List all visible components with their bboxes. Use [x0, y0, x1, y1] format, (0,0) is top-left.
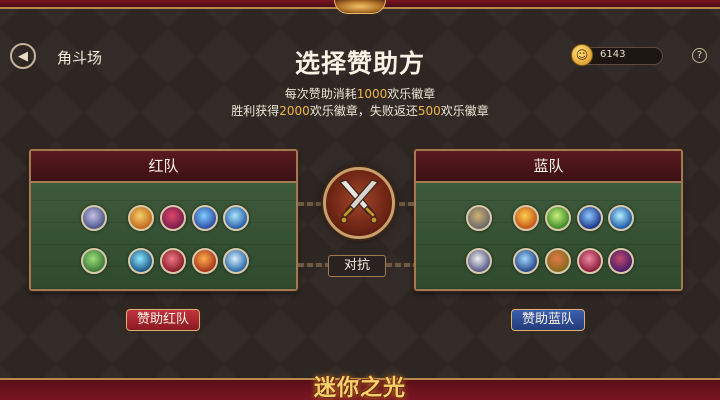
red-hero-portrait[interactable]	[160, 248, 186, 274]
red-hero-portrait[interactable]	[128, 248, 154, 274]
vs-button[interactable]: 对抗	[328, 255, 386, 277]
sponsor-blue-button[interactable]: 赞助蓝队	[511, 309, 586, 331]
smile-coin-icon: ☺	[571, 44, 593, 66]
blue-hero-portrait[interactable]	[545, 205, 571, 231]
game-logo: 迷你之光	[313, 375, 406, 400]
top-ornament	[334, 0, 386, 14]
blue-team-roster	[416, 183, 681, 289]
red-team-roster	[31, 183, 296, 289]
crossed-swords-icon	[338, 179, 380, 224]
chain-left-bottom	[298, 263, 328, 267]
blue-hero-portrait[interactable]	[466, 248, 492, 274]
red-hero-portrait[interactable]	[223, 205, 249, 231]
blue-hero-portrait[interactable]	[513, 205, 539, 231]
red-hero-portrait[interactable]	[192, 248, 218, 274]
red-hero-portrait[interactable]	[160, 205, 186, 231]
red-hero-portrait[interactable]	[81, 205, 107, 231]
red-hero-portrait[interactable]	[223, 248, 249, 274]
blue-hero-portrait[interactable]	[608, 248, 634, 274]
red-team-panel: 红队	[29, 149, 298, 291]
help-button[interactable]: ?	[692, 48, 707, 63]
blue-hero-portrait[interactable]	[577, 205, 603, 231]
cost-info: 每次赞助消耗1000欢乐徽章	[284, 87, 436, 101]
chain-right-bottom	[386, 263, 414, 267]
currency-amount: 6143	[600, 49, 626, 60]
blue-team-panel: 蓝队	[414, 149, 683, 291]
red-hero-portrait[interactable]	[128, 205, 154, 231]
crossed-swords-emblem	[323, 167, 395, 239]
blue-hero-portrait[interactable]	[545, 248, 571, 274]
blue-hero-portrait[interactable]	[577, 248, 603, 274]
red-hero-portrait[interactable]	[192, 205, 218, 231]
red-team-title: 红队	[31, 151, 296, 183]
blue-hero-portrait[interactable]	[513, 248, 539, 274]
red-hero-portrait[interactable]	[81, 248, 107, 274]
blue-hero-portrait[interactable]	[608, 205, 634, 231]
reward-info: 胜利获得2000欢乐徽章，失败返还500欢乐徽章	[231, 104, 489, 118]
blue-hero-portrait[interactable]	[466, 205, 492, 231]
sponsor-red-button[interactable]: 赞助红队	[126, 309, 201, 331]
blue-team-title: 蓝队	[416, 151, 681, 183]
